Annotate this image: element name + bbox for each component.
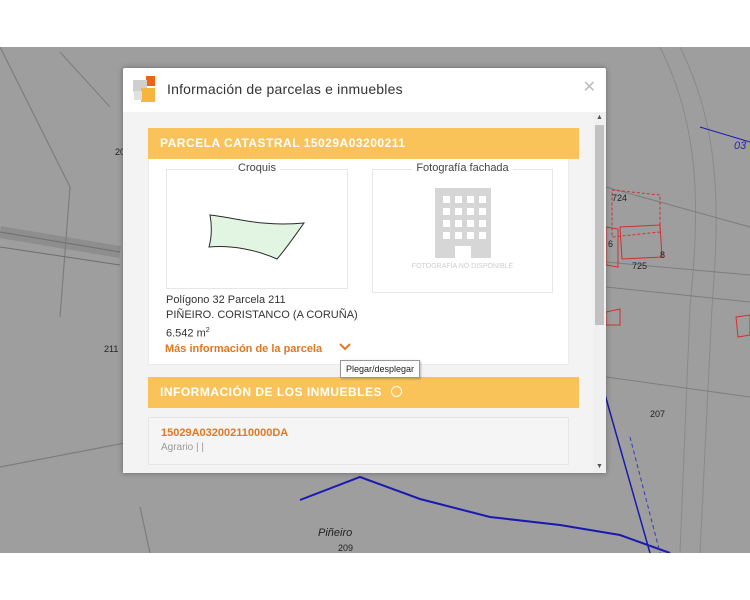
- scroll-thumb[interactable]: [595, 125, 604, 325]
- parcel-area: 6.542 m2: [166, 323, 358, 342]
- close-icon[interactable]: ✕: [583, 77, 596, 97]
- parcel-info-dialog: Información de parcelas e inmuebles ✕ PA…: [123, 68, 606, 473]
- map-label: Piñeiro: [318, 527, 353, 539]
- map-label: 209: [338, 543, 354, 553]
- map-label: 207: [650, 409, 666, 419]
- fachada-label: Fotografía fachada: [412, 162, 513, 174]
- photo-unavailable-text: FOTOGRAFÍA NO DISPONIBLE: [411, 263, 514, 270]
- parcela-section-body: Croquis Fotografía fachada FOTOGRAFÍA NO…: [148, 159, 569, 365]
- toggle-tooltip: Plegar/desplegar: [340, 360, 421, 378]
- area-value: 6.542 m: [166, 327, 206, 340]
- fachada-box: Fotografía fachada FOTOGRAFÍA NO DISPONI…: [372, 162, 553, 293]
- chevron-down-icon[interactable]: [339, 342, 351, 355]
- parcela-section-header[interactable]: PARCELA CATASTRAL 15029A03200211: [148, 128, 579, 159]
- list-item[interactable]: 15029A032002110000DA Agrario | |: [148, 417, 569, 465]
- inmueble-use: Agrario | |: [161, 442, 204, 453]
- inmuebles-section-header[interactable]: INFORMACIÓN DE LOS INMUEBLES: [148, 377, 579, 408]
- map-label: 8: [660, 250, 666, 260]
- dialog-body[interactable]: PARCELA CATASTRAL 15029A03200211 Croquis…: [123, 112, 606, 473]
- catastro-logo-icon: [133, 76, 155, 102]
- parcel-sketch: [208, 214, 306, 260]
- dialog-title: Información de parcelas e inmuebles: [167, 81, 403, 97]
- scroll-up-icon[interactable]: ▲: [593, 112, 606, 124]
- inmuebles-header-text: INFORMACIÓN DE LOS INMUEBLES: [160, 385, 383, 399]
- map-label: 725: [632, 261, 648, 271]
- building-icon: [435, 188, 491, 258]
- info-circle-icon[interactable]: [390, 386, 402, 397]
- map-label: 03: [734, 140, 747, 152]
- croquis-box: Croquis: [166, 162, 348, 289]
- area-unit-exponent: 2: [205, 327, 210, 334]
- location-line: Polígono 32 Parcela 211: [166, 294, 286, 306]
- location-line: PIÑEIRO. CORISTANCO (A CORUÑA): [166, 309, 358, 321]
- scroll-down-icon[interactable]: ▼: [593, 461, 606, 473]
- map-label: 724: [612, 193, 628, 203]
- map-label: 6: [608, 239, 614, 249]
- croquis-label: Croquis: [234, 162, 280, 174]
- inmueble-reference[interactable]: 15029A032002110000DA: [161, 427, 288, 439]
- map-label: 211: [104, 344, 119, 354]
- parcel-details: Polígono 32 Parcela 211 PIÑEIRO. CORISTA…: [166, 293, 358, 342]
- more-info-link[interactable]: Más información de la parcela: [165, 343, 322, 355]
- dialog-scrollbar[interactable]: ▲ ▼: [593, 112, 606, 473]
